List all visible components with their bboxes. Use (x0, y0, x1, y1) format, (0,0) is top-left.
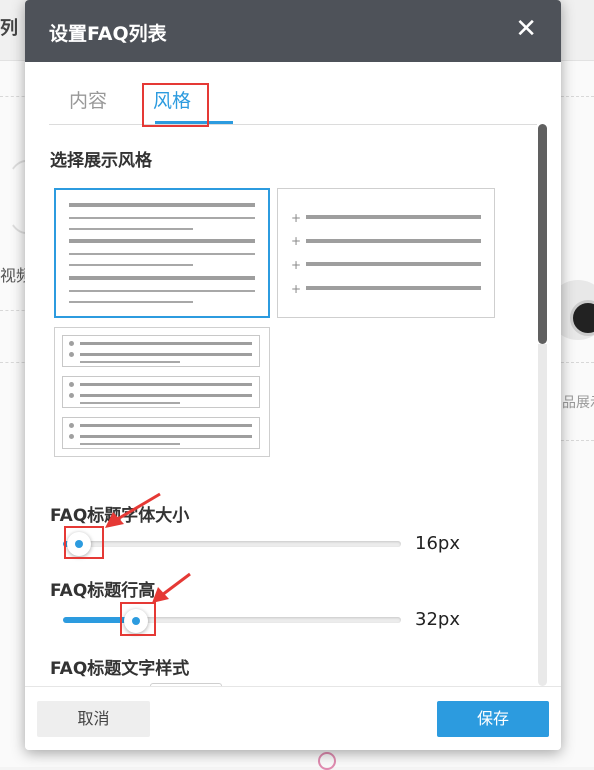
preview-line (80, 443, 180, 445)
preview-line (69, 290, 255, 292)
preview-line (80, 383, 252, 386)
preview-line (69, 203, 255, 207)
style-option-plus[interactable]: + + + + (277, 188, 495, 318)
line-height-title: FAQ标题行高 (50, 581, 156, 601)
line-height-value: 32px (415, 609, 460, 630)
bullet-dot (69, 352, 74, 357)
preview-line (69, 253, 255, 255)
preview-line (80, 435, 252, 438)
style-option-lines[interactable] (54, 188, 270, 318)
close-icon[interactable]: ✕ (515, 14, 537, 44)
save-button[interactable]: 保存 (437, 701, 549, 737)
preview-line (306, 286, 481, 290)
line-height-slider[interactable] (63, 617, 401, 623)
preview-box (62, 376, 260, 408)
background-divider (561, 440, 594, 441)
bullet-dot (69, 393, 74, 398)
style-section-title: 选择展示风格 (50, 151, 152, 171)
tab-content[interactable]: 内容 (69, 86, 107, 113)
preview-line (80, 424, 252, 427)
preview-line (69, 228, 193, 230)
annotation-highlight-box (120, 602, 156, 636)
plus-icon: + (291, 282, 302, 296)
preview-line (69, 301, 193, 303)
bullet-dot (69, 341, 74, 346)
background-divider (561, 362, 594, 363)
preview-line (69, 264, 193, 266)
text-style-title: FAQ标题文字样式 (50, 659, 190, 679)
preview-line (306, 239, 481, 243)
plus-icon: + (291, 234, 302, 248)
preview-box (62, 417, 260, 449)
preview-line (306, 262, 481, 266)
preview-line (69, 276, 255, 280)
annotation-highlight-box (142, 83, 209, 127)
plus-icon: + (291, 211, 302, 225)
preview-line (306, 215, 481, 219)
dialog-title: 设置FAQ列表 (49, 23, 167, 45)
font-size-slider[interactable] (63, 541, 401, 547)
bullet-dot (69, 382, 74, 387)
dialog-footer: 取消 保存 (25, 686, 561, 750)
plus-icon: + (291, 258, 302, 272)
preview-box (62, 335, 260, 367)
background-label: 列 (0, 18, 18, 39)
faq-settings-dialog: 设置FAQ列表 ✕ 内容 风格 选择展示风格 + + + + FAQ标题字体大小… (25, 0, 561, 750)
dialog-header: 设置FAQ列表 ✕ (25, 0, 561, 62)
background-divider (561, 96, 594, 97)
preview-line (69, 239, 255, 243)
preview-line (80, 361, 180, 363)
font-size-value: 16px (415, 533, 460, 554)
bullet-dot (69, 423, 74, 428)
preview-line (80, 342, 252, 345)
scrollbar-track[interactable] (538, 344, 547, 686)
bullet-dot (69, 434, 74, 439)
preview-line (69, 217, 255, 219)
cancel-button[interactable]: 取消 (37, 701, 150, 737)
preview-line (80, 394, 252, 397)
annotation-highlight-box (64, 526, 104, 559)
scrollbar[interactable] (538, 124, 548, 686)
font-size-title: FAQ标题字体大小 (50, 506, 190, 526)
background-decoration-icon (318, 752, 336, 770)
preview-line (80, 353, 252, 356)
background-product-label: 品展示 (562, 395, 594, 411)
style-option-boxed[interactable] (54, 327, 270, 457)
preview-line (80, 402, 180, 404)
tab-bar: 内容 风格 (49, 80, 537, 125)
scrollbar-thumb[interactable] (538, 124, 547, 344)
